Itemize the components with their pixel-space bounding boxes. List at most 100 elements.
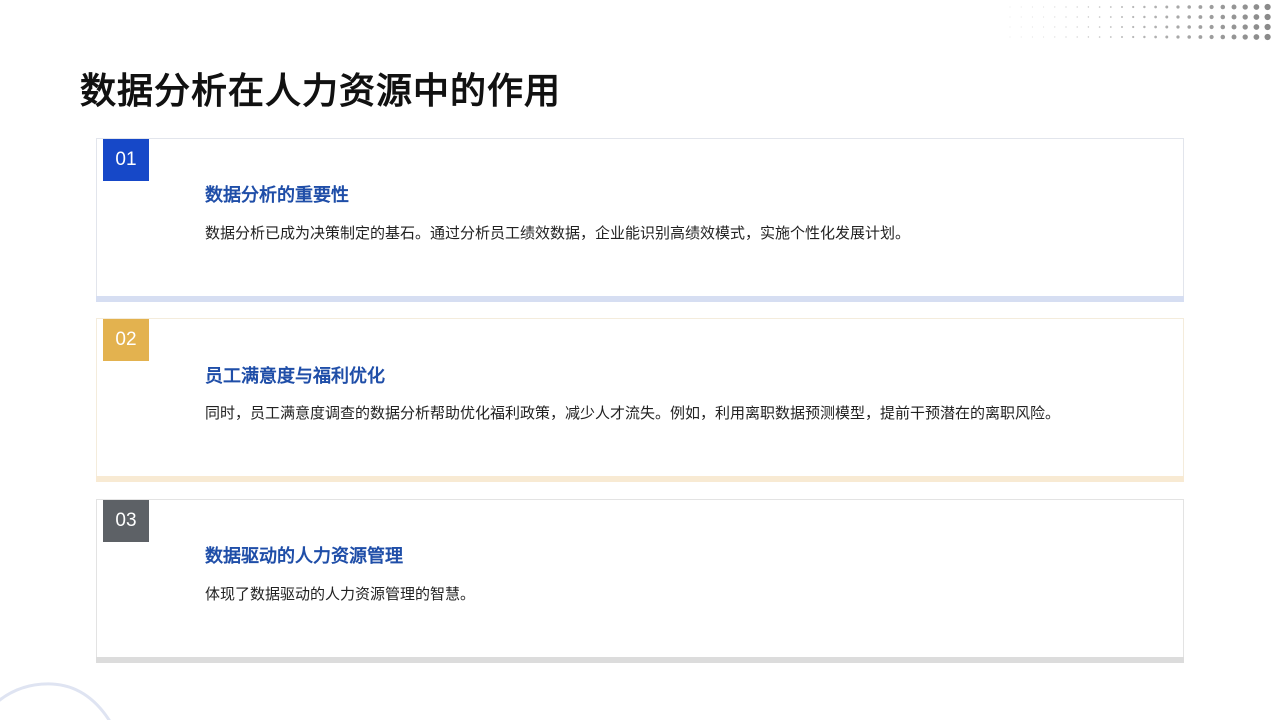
dot	[1242, 14, 1248, 20]
dot	[1020, 16, 1022, 18]
dot	[1121, 26, 1123, 28]
card-number-badge: 01	[103, 139, 149, 181]
dot	[1220, 34, 1226, 40]
dot	[1264, 23, 1271, 31]
dot	[1264, 3, 1271, 11]
dot	[1198, 5, 1203, 9]
dot	[1043, 36, 1045, 38]
dot	[1209, 4, 1214, 10]
arc-decoration-icon	[0, 682, 111, 720]
dot	[1143, 5, 1146, 9]
dot	[1054, 26, 1056, 28]
dot	[1065, 26, 1067, 28]
dot	[1031, 16, 1033, 18]
dot	[1065, 36, 1067, 38]
card-bottom-bar	[96, 476, 1184, 482]
dot	[1154, 15, 1157, 19]
slide: 数据分析在人力资源中的作用 01 数据分析的重要性 数据分析已成为决策制定的基石…	[0, 0, 1280, 720]
dot	[1264, 33, 1271, 41]
dot	[1087, 36, 1090, 38]
dot	[1143, 35, 1146, 39]
dot	[1220, 4, 1226, 10]
dot	[1043, 16, 1045, 18]
dot	[1065, 6, 1067, 8]
dot	[1109, 16, 1112, 18]
dot	[1065, 16, 1067, 18]
dot	[1109, 6, 1112, 8]
dot	[1031, 26, 1033, 28]
dot-grid-icon	[1009, 3, 1271, 41]
page-title: 数据分析在人力资源中的作用	[80, 71, 562, 112]
dot	[1253, 34, 1260, 40]
dot	[1087, 6, 1090, 8]
dot	[1076, 36, 1078, 38]
dot	[1043, 26, 1045, 28]
dot	[1076, 16, 1078, 18]
dot	[1198, 35, 1203, 39]
dot	[1054, 36, 1056, 38]
dot	[1176, 15, 1180, 19]
dot	[1220, 14, 1226, 20]
dot	[1132, 25, 1135, 29]
dot	[1209, 24, 1214, 30]
dot	[1231, 14, 1237, 20]
dot	[1165, 35, 1169, 39]
dot	[1176, 5, 1180, 9]
dot	[1253, 4, 1260, 10]
card-body: 体现了数据驱动的人力资源管理的智慧。	[205, 585, 476, 603]
dot	[1031, 36, 1033, 38]
dot	[1165, 15, 1169, 19]
dot	[1209, 34, 1214, 40]
card-title: 数据驱动的人力资源管理	[205, 546, 403, 567]
card-bottom-bar	[96, 657, 1184, 663]
dot	[1121, 6, 1123, 8]
card-title: 员工满意度与福利优化	[205, 366, 385, 387]
dot	[1231, 24, 1237, 30]
dot	[1087, 26, 1090, 28]
card-number-badge: 03	[103, 500, 149, 542]
dot	[1187, 25, 1191, 29]
dot	[1198, 15, 1203, 19]
dot	[1198, 25, 1203, 29]
dot	[1132, 35, 1135, 39]
card-body: 同时，员工满意度调查的数据分析帮助优化福利政策，减少人才流失。例如，利用离职数据…	[205, 404, 1061, 422]
dot	[1121, 16, 1123, 18]
dot	[1165, 5, 1169, 9]
dot	[1009, 16, 1011, 18]
dot	[1098, 6, 1101, 8]
dot	[1098, 36, 1101, 38]
dot	[1009, 6, 1011, 8]
card-satisfaction: 02 员工满意度与福利优化 同时，员工满意度调查的数据分析帮助优化福利政策，减少…	[96, 318, 1184, 482]
dot	[1076, 26, 1078, 28]
card-bottom-bar	[96, 296, 1184, 302]
dot	[1209, 14, 1214, 20]
dot	[1109, 26, 1112, 28]
dot	[1009, 36, 1011, 38]
dot	[1054, 16, 1056, 18]
dot	[1176, 35, 1180, 39]
dot	[1087, 16, 1090, 18]
dot	[1165, 25, 1169, 29]
dot	[1121, 36, 1123, 38]
dot	[1253, 14, 1260, 20]
dot	[1109, 36, 1112, 38]
dot	[1020, 26, 1022, 28]
dot	[1242, 34, 1248, 40]
dot	[1043, 6, 1045, 8]
card-importance: 01 数据分析的重要性 数据分析已成为决策制定的基石。通过分析员工绩效数据，企业…	[96, 138, 1184, 302]
dot	[1231, 4, 1237, 10]
dot	[1264, 13, 1271, 21]
dot	[1031, 6, 1033, 8]
dot	[1054, 6, 1056, 8]
dot	[1132, 15, 1135, 19]
dot	[1020, 6, 1022, 8]
dot	[1143, 25, 1146, 29]
dot	[1220, 24, 1226, 30]
card-body: 数据分析已成为决策制定的基石。通过分析员工绩效数据，企业能识别高绩效模式，实施个…	[205, 224, 911, 242]
dot	[1154, 5, 1157, 9]
dot	[1143, 15, 1146, 19]
dot	[1242, 24, 1248, 30]
card-data-driven: 03 数据驱动的人力资源管理 体现了数据驱动的人力资源管理的智慧。	[96, 499, 1184, 663]
dot	[1154, 35, 1157, 39]
card-number-badge: 02	[103, 319, 149, 361]
